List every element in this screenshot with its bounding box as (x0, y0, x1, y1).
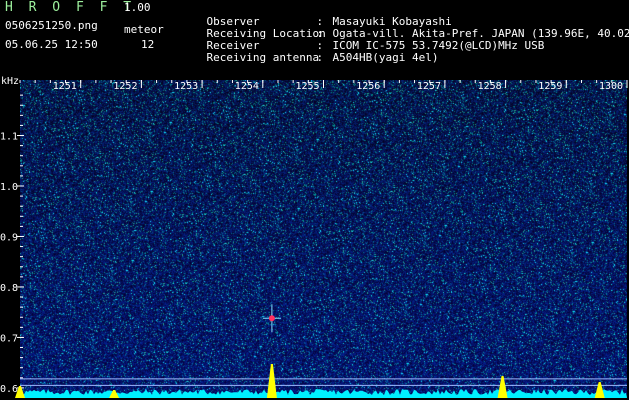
hroft-window: H R O F F T 1.00 0506251250.png meteor 0… (0, 0, 629, 400)
time-label-1256: 1256 (356, 81, 380, 92)
freq-label-0.9: 0.9 (0, 232, 18, 243)
time-label-1253: 1253 (174, 81, 198, 92)
time-label-1254: 1254 (235, 81, 259, 92)
freq-label-0.6: 0.6 (0, 384, 18, 395)
freq-label-1.1: 1.1 (0, 132, 18, 143)
time-axis: 1251 1252 1253 1254 1255 1256 1257 1258 1259 1300 (19, 80, 628, 92)
frequency-axis: 1.1 1.0 0.9 0.8 0.7 0.6 (0, 94, 24, 395)
spectrogram-marks (15, 304, 627, 398)
time-label-1257: 1257 (417, 81, 441, 92)
time-label-1300: 1300 (599, 81, 623, 92)
detection-spike (266, 364, 277, 398)
freq-label-0.8: 0.8 (0, 283, 18, 294)
freq-label-0.7: 0.7 (0, 333, 18, 344)
time-label-1255: 1255 (296, 81, 320, 92)
y-axis-unit: kHz (1, 76, 19, 87)
spectrogram-overlay: kHz 1251 1252 1253 1254 1255 1256 1257 1258 1259… (0, 76, 628, 398)
time-label-1252: 1252 (113, 81, 137, 92)
meteor-echo (268, 315, 275, 322)
time-label-1259: 1259 (538, 81, 562, 92)
freq-label-1.0: 1.0 (0, 182, 18, 193)
time-label-1251: 1251 (53, 81, 77, 92)
time-label-1258: 1258 (478, 81, 502, 92)
